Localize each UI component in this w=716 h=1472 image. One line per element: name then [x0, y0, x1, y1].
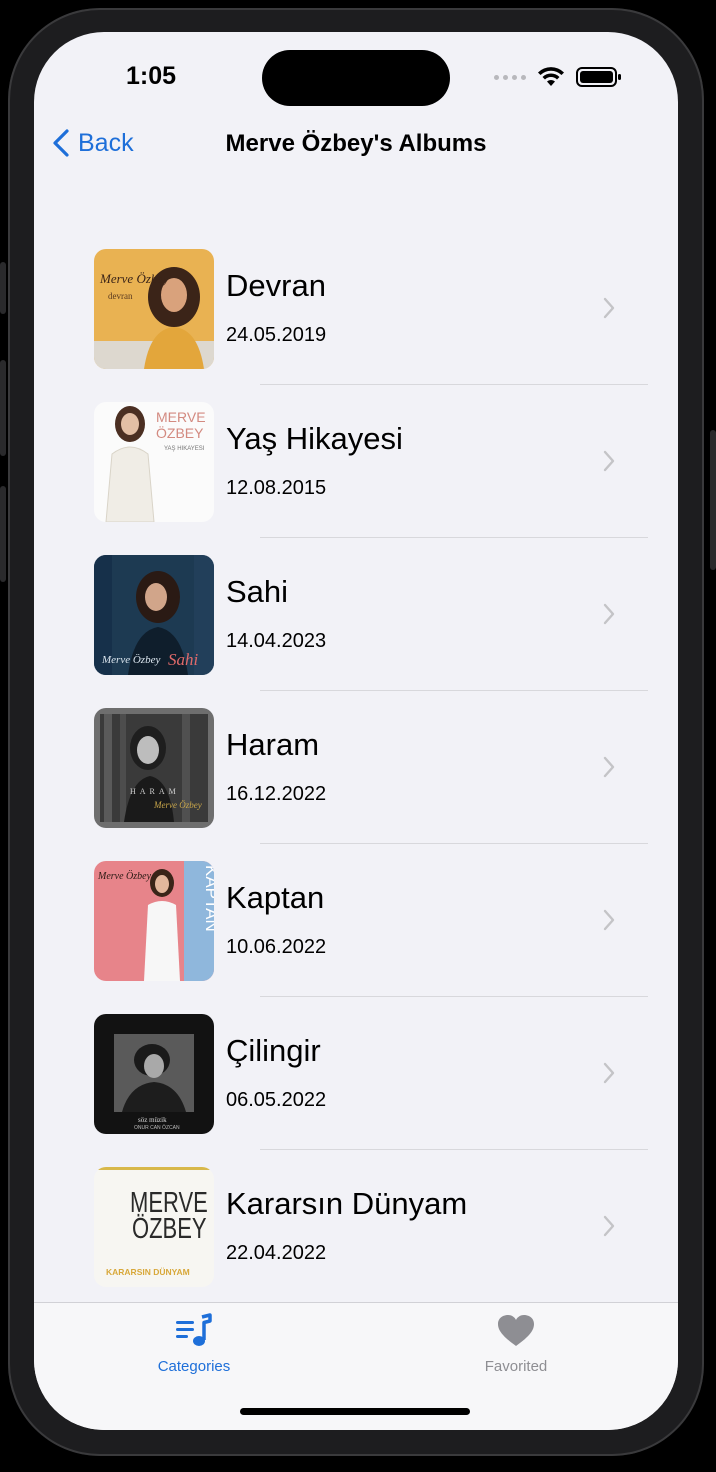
album-date: 06.05.2022 [226, 1089, 327, 1111]
action-button [0, 262, 6, 314]
album-title: Yaş Hikayesi [226, 421, 403, 456]
tab-label: Favorited [484, 1358, 548, 1375]
album-date: 22.04.2022 [226, 1242, 327, 1264]
heart-icon [498, 1315, 534, 1346]
album-cover: MERVE ÖZBEY YAŞ HIKAYESI [94, 402, 214, 522]
album-cover: Merve Özbey devran [94, 249, 214, 369]
screen: 1:05 Back Merve Özbey's Albums Merve Özb… [34, 32, 678, 1430]
chevron-right-icon [603, 909, 615, 931]
wifi-icon [538, 67, 564, 86]
album-date: 24.05.2019 [226, 324, 327, 346]
album-title: Kaptan [226, 880, 325, 915]
svg-text:ÖZBEY: ÖZBEY [132, 1214, 207, 1245]
svg-text:Merve Özbey: Merve Özbey [97, 870, 152, 882]
battery-icon [576, 67, 621, 87]
album-row[interactable]: HARAM Merve Özbey Haram 16.12.2022 [34, 691, 678, 844]
svg-text:ÖZBEY: ÖZBEY [156, 424, 204, 441]
dynamic-island [262, 50, 450, 106]
tab-categories[interactable]: Categories [134, 1313, 254, 1375]
home-indicator [240, 1408, 470, 1415]
svg-text:Merve Özbey: Merve Özbey [101, 654, 160, 666]
chevron-right-icon [603, 1062, 615, 1084]
album-cover: söz müzik ONUR CAN ÖZCAN [94, 1014, 214, 1134]
album-cover: HARAM Merve Özbey [94, 708, 214, 828]
album-cover: Merve Özbey KAPTAN [94, 861, 214, 981]
album-cover: Merve Özbey Sahi [94, 555, 214, 675]
svg-text:ONUR CAN ÖZCAN: ONUR CAN ÖZCAN [134, 1124, 180, 1131]
album-title: Kararsın Dünyam [226, 1186, 468, 1221]
album-cover: MERVE ÖZBEY KARARSIN DÜNYAM [94, 1167, 214, 1287]
chevron-right-icon [603, 450, 615, 472]
album-row[interactable]: MERVE ÖZBEY YAŞ HIKAYESI Yaş Hikayesi 12… [34, 385, 678, 538]
album-title: Sahi [226, 574, 289, 609]
album-list: Merve Özbey devran Devran 24.05.2019 MER… [34, 232, 678, 1303]
chevron-right-icon [603, 1215, 615, 1237]
svg-text:söz müzik: söz müzik [138, 1116, 167, 1124]
album-title: Haram [226, 727, 320, 762]
chevron-right-icon [603, 603, 615, 625]
page-title: Merve Özbey's Albums [225, 130, 487, 157]
svg-text:Sahi: Sahi [168, 650, 199, 669]
status-icons [494, 66, 622, 88]
tab-label: Categories [157, 1358, 231, 1375]
volume-up-button [0, 360, 6, 456]
power-button [710, 430, 716, 570]
svg-text:MERVE: MERVE [156, 409, 206, 425]
album-title: Devran [226, 268, 326, 303]
cellular-signal-icon [494, 74, 526, 80]
status-time: 1:05 [126, 62, 177, 90]
album-title: Çilingir [226, 1033, 321, 1068]
svg-text:Merve Özbey: Merve Özbey [153, 800, 202, 810]
album-date: 10.06.2022 [226, 936, 327, 958]
album-row[interactable]: Merve Özbey KAPTAN Kaptan 10.06.2022 [34, 844, 678, 997]
svg-text:KARARSIN DÜNYAM: KARARSIN DÜNYAM [106, 1267, 190, 1277]
svg-text:HARAM: HARAM [130, 787, 180, 796]
svg-text:devran: devran [108, 291, 133, 301]
volume-down-button [0, 486, 6, 582]
chevron-right-icon [603, 297, 615, 319]
album-date: 14.04.2023 [226, 630, 327, 652]
music-list-icon [176, 1313, 212, 1346]
chevron-right-icon [603, 756, 615, 778]
tab-favorited[interactable]: Favorited [456, 1313, 576, 1375]
album-row[interactable]: MERVE ÖZBEY KARARSIN DÜNYAM Kararsın Dün… [34, 1150, 678, 1303]
svg-text:YAŞ HIKAYESI: YAŞ HIKAYESI [164, 446, 205, 452]
album-row[interactable]: söz müzik ONUR CAN ÖZCAN Çilingir 06.05.… [34, 997, 678, 1150]
album-row[interactable]: Merve Özbey devran Devran 24.05.2019 [34, 232, 678, 385]
svg-text:KAPTAN: KAPTAN [202, 865, 214, 932]
album-row[interactable]: Merve Özbey Sahi Sahi 14.04.2023 [34, 538, 678, 691]
album-date: 16.12.2022 [226, 783, 327, 805]
svg-text:Merve Özbey: Merve Özbey [99, 271, 169, 286]
album-date: 12.08.2015 [226, 477, 327, 499]
